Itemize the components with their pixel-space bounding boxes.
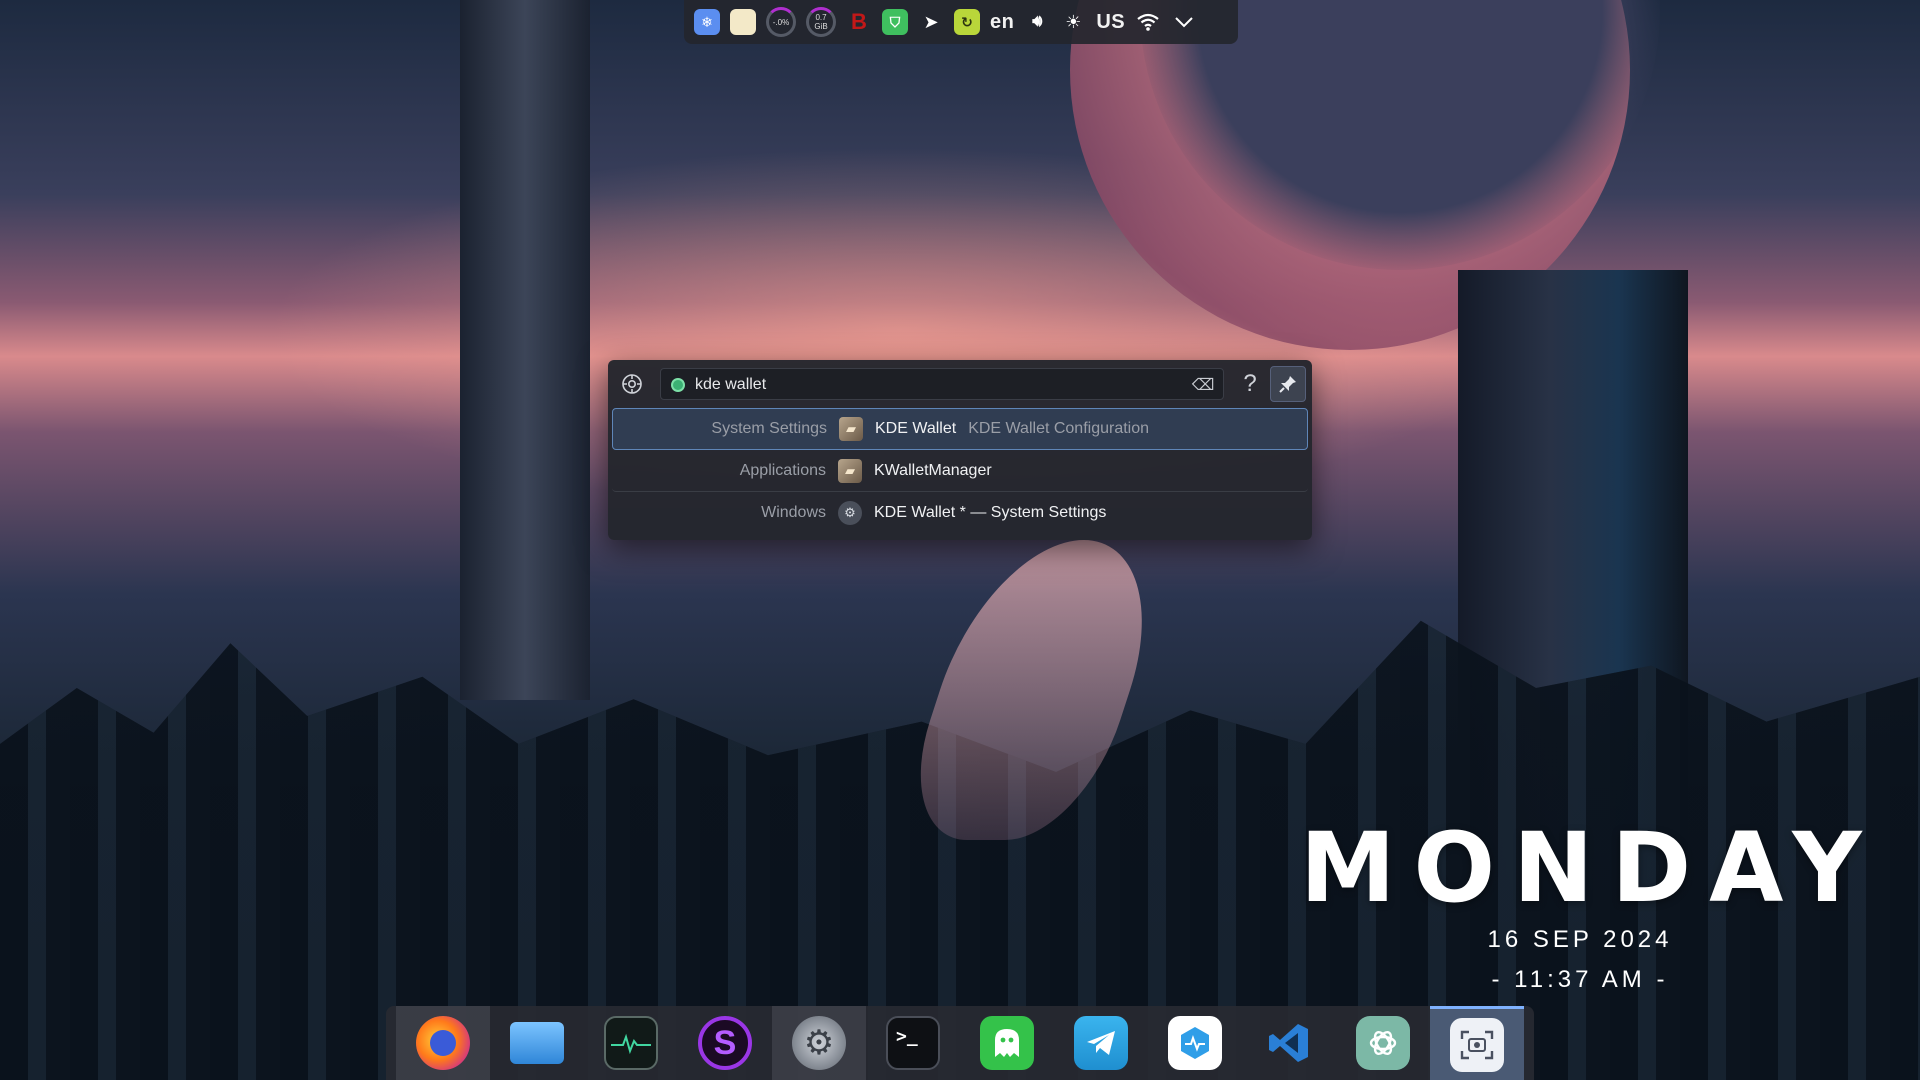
s-app-icon: S bbox=[698, 1016, 752, 1070]
notes-icon[interactable] bbox=[730, 9, 756, 35]
result-subtitle: KDE Wallet Configuration bbox=[968, 420, 1150, 437]
wallet-icon: ▰ bbox=[839, 417, 863, 441]
results-list: System Settings ▰ KDE Wallet KDE Wallet … bbox=[612, 408, 1308, 534]
update-icon[interactable]: ↻ bbox=[954, 9, 980, 35]
language-indicator[interactable]: en bbox=[990, 11, 1014, 34]
telegram-icon[interactable]: ➤ bbox=[918, 9, 944, 35]
dock-item-health-app[interactable] bbox=[1148, 1006, 1242, 1080]
clock-date: 16 SEP 2024 bbox=[1487, 926, 1673, 953]
files-icon bbox=[510, 1022, 564, 1064]
system-settings-small-icon: ⚙ bbox=[838, 501, 862, 525]
chevron-down-icon[interactable] bbox=[1171, 9, 1197, 35]
result-row-kde-wallet[interactable]: System Settings ▰ KDE Wallet KDE Wallet … bbox=[612, 408, 1308, 450]
dock-item-screenshot[interactable] bbox=[1430, 1006, 1524, 1080]
dock-item-firefox[interactable] bbox=[396, 1006, 490, 1080]
cpu-meter[interactable]: -.0% bbox=[766, 7, 796, 37]
screenshot-icon bbox=[1450, 1017, 1504, 1072]
help-button[interactable]: ? bbox=[1236, 370, 1264, 398]
wallpaper-tower-left bbox=[460, 0, 590, 700]
result-title: KDE Wallet bbox=[875, 420, 957, 437]
volume-icon[interactable]: 🔊︎ bbox=[1024, 9, 1050, 35]
result-title: KWalletManager bbox=[874, 461, 992, 479]
system-monitor-icon bbox=[604, 1016, 658, 1070]
dock-item-ghost-app[interactable] bbox=[960, 1006, 1054, 1080]
clock-time: - 11:37 AM - bbox=[1491, 966, 1669, 993]
clear-search-icon[interactable]: ⌫ bbox=[1191, 375, 1215, 395]
configure-icon[interactable] bbox=[618, 370, 646, 398]
wifi-icon[interactable] bbox=[1135, 9, 1161, 35]
telegram-app-icon bbox=[1074, 1016, 1128, 1070]
krunner-header: kde wallet ⌫ ? bbox=[608, 360, 1312, 408]
vscode-icon bbox=[1262, 1016, 1316, 1070]
result-row-kwalletmanager[interactable]: Applications ▰ KWalletManager bbox=[612, 450, 1308, 492]
search-query[interactable]: kde wallet bbox=[695, 376, 766, 394]
dock-item-system-monitor[interactable] bbox=[584, 1006, 678, 1080]
ghost-app-icon bbox=[980, 1016, 1034, 1070]
dock-item-chatgpt[interactable] bbox=[1336, 1006, 1430, 1080]
brightness-icon[interactable]: ☀ bbox=[1060, 9, 1086, 35]
memory-meter[interactable]: 0.7 GiB bbox=[806, 7, 836, 37]
result-title: KDE Wallet * — System Settings bbox=[874, 504, 1107, 521]
system-settings-icon: ⚙ bbox=[792, 1016, 846, 1070]
dock-item-files[interactable] bbox=[490, 1006, 584, 1080]
shield-icon[interactable]: ⛉ bbox=[882, 9, 908, 35]
firefox-icon bbox=[416, 1016, 470, 1070]
dock-item-telegram[interactable] bbox=[1054, 1006, 1148, 1080]
dock-item-vscode[interactable] bbox=[1242, 1006, 1336, 1080]
keyboard-layout-indicator[interactable]: US bbox=[1096, 11, 1125, 34]
result-row-window-system-settings[interactable]: Windows ⚙ KDE Wallet * — System Settings bbox=[612, 492, 1308, 534]
clock-day: MONDAY bbox=[1300, 812, 1880, 924]
result-category: Applications bbox=[739, 461, 826, 479]
search-input[interactable]: kde wallet ⌫ bbox=[660, 368, 1224, 400]
terminal-icon: >_ bbox=[886, 1016, 940, 1070]
health-app-icon bbox=[1168, 1016, 1222, 1070]
wallet-icon: ▰ bbox=[838, 458, 862, 483]
dock-item-s-app[interactable]: S bbox=[678, 1006, 772, 1080]
result-category: System Settings bbox=[711, 420, 827, 437]
top-panel: ❄ -.0% 0.7 GiB B ⛉ ➤ ↻ en 🔊︎ ☀ US bbox=[684, 0, 1238, 44]
pin-button[interactable] bbox=[1270, 366, 1306, 402]
chatgpt-icon bbox=[1356, 1016, 1410, 1070]
krunner-search-icon bbox=[671, 378, 685, 392]
krunner-window: kde wallet ⌫ ? System Settings ▰ KDE Wal… bbox=[608, 360, 1312, 540]
dock-item-terminal[interactable]: >_ bbox=[866, 1006, 960, 1080]
b-app-icon[interactable]: B bbox=[846, 9, 872, 35]
dock-item-system-settings[interactable]: ⚙ bbox=[772, 1006, 866, 1080]
result-category: Windows bbox=[761, 504, 826, 521]
dock: S ⚙ >_ bbox=[386, 1006, 1534, 1080]
kde-connect-icon[interactable]: ❄ bbox=[694, 9, 720, 35]
